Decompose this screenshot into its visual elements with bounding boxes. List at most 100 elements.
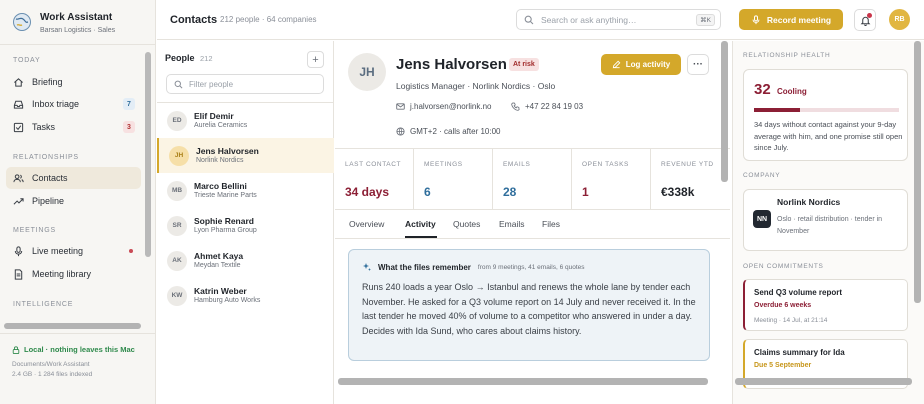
local-status-text: Local · nothing leaves this Mac — [24, 345, 135, 354]
brand: Work Assistant Barsan Logistics · Sales — [12, 12, 115, 34]
person-name: Elif Demir — [194, 111, 234, 121]
more-options-button[interactable]: ··· — [687, 54, 709, 75]
avatar: JH — [169, 145, 189, 166]
timezone-text: GMT+2 · calls after 10:00 — [410, 127, 501, 136]
sidebar-item-pipeline[interactable]: Pipeline — [6, 190, 141, 212]
search-input[interactable]: Search or ask anything… ⌘K — [516, 9, 721, 30]
page-meta: 212 people · 64 companies — [220, 15, 317, 24]
insights-scrollbar-vertical[interactable] — [914, 41, 921, 303]
list-item[interactable]: AK Ahmet Kaya Meydan Textile — [157, 243, 334, 278]
tab-emails[interactable]: Emails — [499, 219, 525, 229]
stat-label: REVENUE YTD — [661, 161, 714, 168]
stat-emails: EMAILS 28 — [493, 149, 572, 209]
avatar: KW — [167, 285, 187, 306]
sidebar-item-label: Briefing — [32, 77, 63, 87]
health-bar-track — [754, 108, 899, 112]
filter-people-input[interactable]: Filter people — [166, 74, 324, 94]
lock-icon — [12, 345, 20, 354]
memory-summary-body: Runs 240 loads a year Oslo → Istanbul an… — [362, 282, 696, 336]
memory-summary-source: from 9 meetings, 41 emails, 6 quotes — [477, 263, 585, 271]
top-bar: Contacts 212 people · 64 companies Searc… — [157, 0, 924, 40]
contact-name: Jens Halvorsen — [396, 56, 507, 73]
tab-activity[interactable]: Activity — [405, 219, 436, 229]
storage-stats: 2.4 GB · 1 284 files indexed — [12, 371, 93, 378]
stat-label: MEETINGS — [424, 161, 463, 168]
sidebar-item-label: Live meeting — [32, 246, 84, 256]
company-card[interactable]: NN Norlink Nordics Oslo · retail distrib… — [743, 189, 908, 251]
avatar: SR — [167, 215, 187, 236]
stat-label: LAST CONTACT — [345, 161, 402, 168]
sidebar-item-label: Meeting library — [32, 269, 92, 279]
sidebar-item-meeting-library[interactable]: Meeting library — [6, 263, 141, 285]
avatar: AK — [167, 250, 187, 271]
detail-scrollbar-vertical[interactable] — [721, 41, 728, 182]
email-text: j.halvorsen@norlink.no — [410, 102, 492, 111]
person-name: Marco Bellini — [194, 181, 247, 191]
app-title: Work Assistant — [40, 12, 113, 23]
list-item-selected[interactable]: JH Jens Halvorsen Norlink Nordics — [157, 138, 334, 173]
sidebar-item-label: Pipeline — [32, 196, 65, 206]
commitment-card[interactable]: Send Q3 volume report Overdue 6 weeks Me… — [743, 279, 908, 331]
log-activity-button[interactable]: Log activity — [601, 54, 681, 75]
section-intelligence: INTELLIGENCE — [13, 301, 74, 308]
section-relationships: RELATIONSHIPS — [13, 154, 79, 161]
log-activity-label: Log activity — [625, 60, 671, 69]
trend-icon — [13, 197, 24, 205]
contact-timezone: GMT+2 · calls after 10:00 — [396, 127, 500, 136]
commitment-due: Due 5 September — [754, 362, 812, 369]
contact-role: Logistics Manager · Norlink Nordics · Os… — [396, 81, 556, 91]
avatar: ED — [167, 110, 187, 131]
mail-icon — [396, 103, 405, 110]
notification-dot — [867, 13, 872, 18]
search-icon — [524, 15, 534, 24]
person-name: Ahmet Kaya — [194, 251, 244, 261]
sidebar-item-contacts[interactable]: Contacts — [6, 167, 141, 189]
sidebar-item-inbox-triage[interactable]: Inbox triage 7 — [6, 93, 141, 115]
contact-detail: JH Jens Halvorsen At risk Logistics Mana… — [335, 41, 730, 404]
list-item[interactable]: MB Marco Bellini Trieste Marine Parts — [157, 173, 334, 208]
tab-overview[interactable]: Overview — [349, 219, 384, 229]
microphone-icon — [14, 245, 23, 256]
page-title: Contacts — [170, 14, 218, 26]
sidebar-item-briefing[interactable]: Briefing — [6, 71, 141, 93]
tab-files[interactable]: Files — [542, 219, 560, 229]
insights-scrollbar-horizontal[interactable] — [735, 378, 912, 385]
person-company: Meydan Textile — [194, 262, 241, 269]
sidebar-scrollbar-vertical[interactable] — [145, 52, 151, 257]
detail-scrollbar-horizontal[interactable] — [338, 378, 708, 385]
user-avatar[interactable]: RB — [889, 9, 910, 30]
live-indicator-dot — [129, 249, 133, 253]
record-meeting-button[interactable]: Record meeting — [739, 9, 843, 30]
health-score: 32 — [754, 81, 771, 98]
company-description: Oslo · retail distribution · tender in N… — [777, 216, 883, 235]
record-meeting-label: Record meeting — [766, 14, 832, 25]
list-item[interactable]: SR Sophie Renard Lyon Pharma Group — [157, 208, 334, 243]
sidebar-item-tasks[interactable]: Tasks 3 — [6, 116, 141, 138]
health-bar-fill — [754, 108, 801, 112]
list-item[interactable]: KW Katrin Weber Hamburg Auto Works — [157, 278, 334, 313]
people-heading: People — [165, 53, 195, 63]
section-today: TODAY — [13, 57, 41, 64]
list-item[interactable]: ED Elif Demir Aurelia Ceramics — [157, 103, 334, 138]
detail-tabs: Overview Activity Quotes Emails Files — [335, 210, 730, 238]
search-icon — [174, 80, 183, 88]
commitment-due: Overdue 6 weeks — [754, 302, 812, 309]
notifications-button[interactable] — [854, 9, 876, 31]
sidebar-scrollbar-horizontal[interactable] — [4, 323, 141, 329]
insights-panel: RELATIONSHIP HEALTH 32 Cooling 34 days w… — [732, 41, 924, 404]
person-company: Aurelia Ceramics — [194, 122, 248, 129]
contact-email[interactable]: j.halvorsen@norlink.no — [396, 102, 492, 111]
sidebar-item-label: Inbox triage — [32, 99, 80, 109]
section-meetings: MEETINGS — [13, 227, 56, 234]
contact-phone[interactable]: +47 22 84 19 03 — [511, 102, 583, 111]
sidebar-item-live-meeting[interactable]: Live meeting — [6, 240, 141, 262]
health-label: Cooling — [777, 87, 807, 96]
health-description: 34 days without contact against your 9-d… — [754, 120, 903, 152]
tab-quotes[interactable]: Quotes — [453, 219, 480, 229]
inbox-count-badge: 7 — [123, 98, 135, 110]
stat-value: 1 — [582, 185, 589, 199]
add-person-button[interactable]: + — [307, 51, 324, 68]
filter-placeholder: Filter people — [189, 79, 234, 89]
commitment-meta: Meeting · 14 Jul, at 21:14 — [754, 317, 828, 324]
section-open-commitments: OPEN COMMITMENTS — [743, 263, 824, 270]
